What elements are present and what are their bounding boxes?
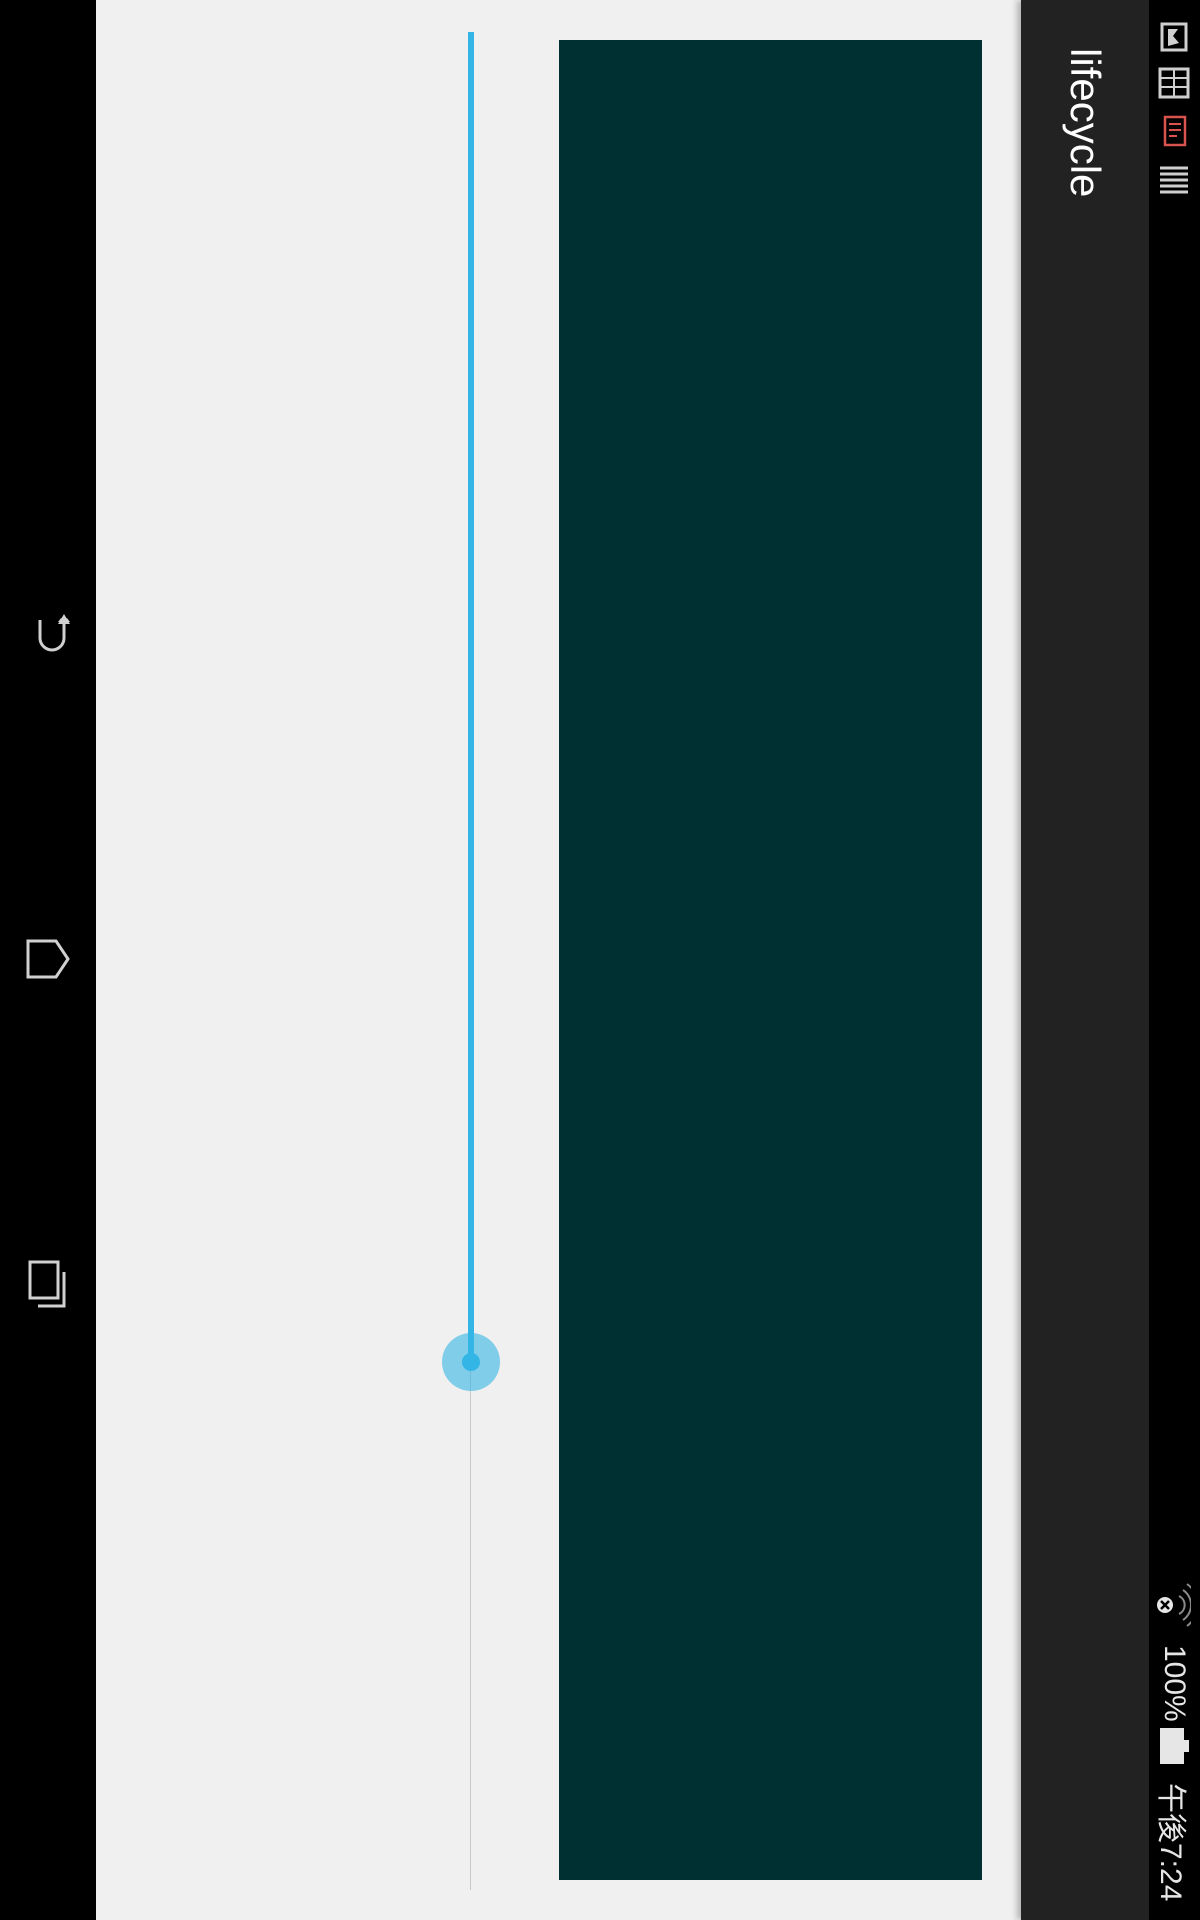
home-icon [26, 939, 70, 979]
battery-icon [1160, 1728, 1189, 1764]
navigation-bar [0, 0, 96, 1920]
recents-icon [28, 1260, 66, 1308]
status-bar: 100% 午後7:24 [1149, 0, 1200, 1920]
action-bar: lifecycle [1021, 0, 1149, 1920]
seek-bar-thumb[interactable] [442, 1333, 500, 1392]
screen: lifecycle 100% 午後7:24 [0, 0, 1200, 1920]
color-panel [559, 40, 982, 1880]
seek-bar-thumb-core [462, 1353, 480, 1372]
battery-percentage: 100% [1158, 1645, 1191, 1722]
clock: 午後7:24 [1154, 1783, 1187, 1902]
notification-icon-2 [1158, 67, 1190, 99]
seek-bar[interactable] [442, 32, 500, 1890]
notification-icon-1 [1160, 22, 1188, 52]
back-icon [38, 614, 70, 652]
content-area [96, 0, 1021, 1920]
notification-icon-3 [1163, 115, 1187, 147]
notification-icon-4 [1160, 166, 1188, 194]
recents-button[interactable] [8, 1244, 88, 1324]
wifi-off-icon [1157, 1583, 1191, 1627]
app-title: lifecycle [1062, 48, 1109, 198]
home-button[interactable] [8, 921, 88, 1001]
seek-bar-progress [468, 32, 474, 1363]
back-button[interactable] [8, 596, 88, 676]
